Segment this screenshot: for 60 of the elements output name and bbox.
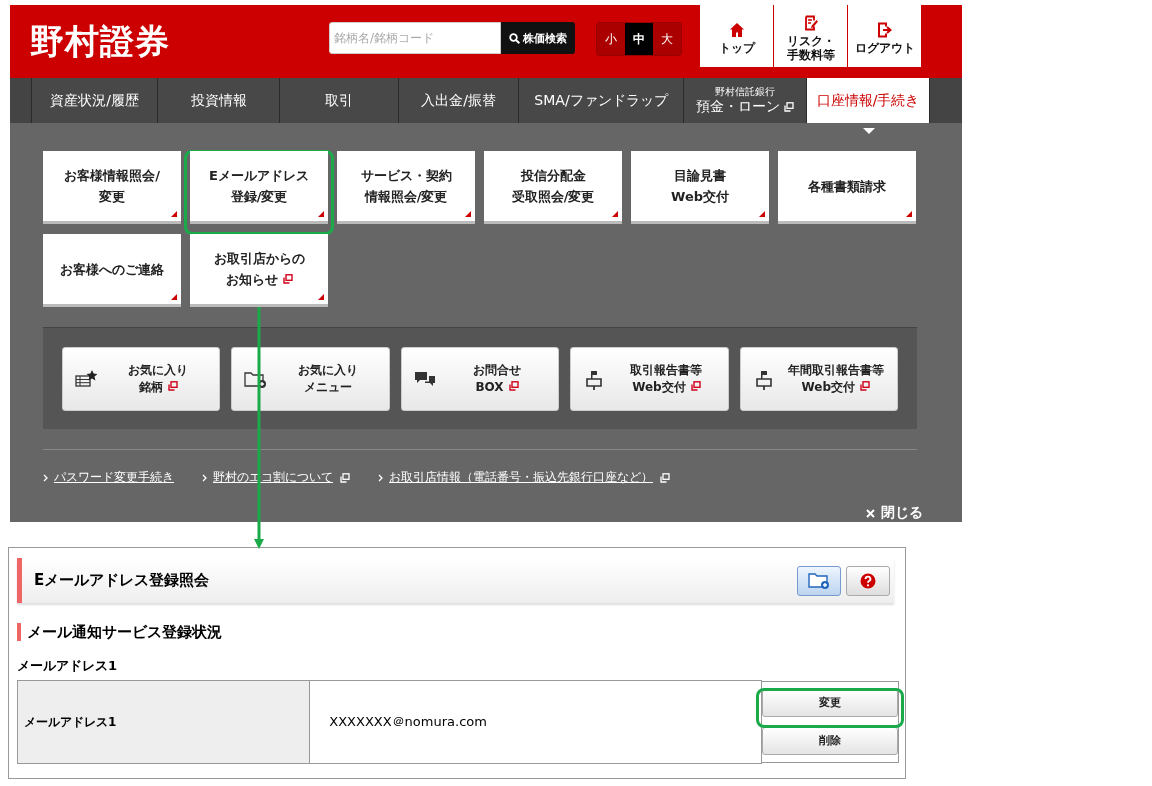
help-button[interactable] [846, 565, 890, 596]
external-link-icon [690, 381, 701, 391]
shortcut-button[interactable]: お気に入り メニュー [231, 347, 390, 411]
page-title: Eメールアドレス登録照会 [34, 571, 210, 590]
home-icon [728, 21, 745, 38]
menu-tile[interactable]: Eメールアドレス 登録/変更 [190, 151, 328, 224]
chevron-right-icon [378, 473, 383, 482]
external-link-icon [167, 381, 178, 391]
shortcut-button[interactable]: 年間取引報告書等 Web交付 [739, 347, 899, 411]
shortcut-button[interactable]: 取引報告書等 Web交付 [570, 347, 729, 411]
list-star-icon [75, 368, 97, 390]
chevron-right-icon [202, 473, 207, 482]
nav-tab[interactable]: 野村信託銀行 預金・ローン [684, 78, 807, 123]
folder-plus-icon [808, 571, 830, 590]
nav-tab[interactable]: SMA/ファンドラップ [519, 78, 684, 123]
table-header-cell: メールアドレス1 [17, 680, 310, 764]
menu-tile[interactable]: 投信分配金 受取照会/変更 [484, 151, 622, 224]
top-link-button[interactable]: リスク・ 手数料等 [774, 5, 847, 67]
search-button[interactable]: 株価検索 [501, 22, 575, 54]
menu-tile[interactable]: 目論見書 Web交付 [631, 151, 769, 224]
top-link-button[interactable]: ログアウト [848, 5, 921, 67]
nav-tab[interactable]: 取引 [280, 78, 399, 123]
nav-tab[interactable]: 資産状況/履歴 [32, 78, 158, 123]
shortcut-button[interactable]: お気に入り 銘柄 [62, 347, 221, 411]
question-icon [860, 572, 876, 589]
nav-tab[interactable]: 入出金/振替 [399, 78, 519, 123]
chevron-right-icon [43, 473, 48, 482]
action-button[interactable]: 削除 [762, 726, 898, 755]
external-link-icon [784, 101, 794, 112]
table-cell: XXXXXXX＠nomura.com [309, 680, 762, 764]
menu-tile[interactable]: サービス・契約 情報照会/変更 [337, 151, 475, 224]
font-size-button[interactable]: 大 [653, 23, 681, 55]
tab-pointer [862, 128, 875, 134]
external-link-icon [340, 472, 350, 483]
search-field[interactable]: 銘柄名/銘柄コード [329, 22, 501, 54]
nav-tab[interactable]: 口座情報/手続き [807, 78, 930, 123]
nav-tab[interactable]: 投資情報 [158, 78, 280, 123]
logout-icon [876, 21, 893, 38]
link[interactable]: パスワード変更手続き [54, 469, 174, 486]
logo[interactable]: 野村證券 [30, 19, 329, 65]
add-to-folder-button[interactable] [797, 565, 841, 596]
font-size-button[interactable]: 中 [625, 23, 653, 55]
menu-tile[interactable]: 各種書類請求 [778, 151, 916, 224]
top-link-button[interactable]: トップ [700, 5, 773, 67]
menu-tile[interactable]: お客様へのご連絡 [43, 234, 181, 307]
external-link-icon [508, 381, 519, 391]
section-heading: メール通知サービス登録状況 [17, 623, 897, 641]
close-button[interactable]: 閉じる [866, 504, 923, 522]
menu-tile[interactable]: お取引店からの お知らせ [190, 234, 328, 307]
external-link-icon [860, 381, 871, 391]
external-link-icon [282, 274, 293, 284]
shortcut-button[interactable]: お問合せ BOX [400, 347, 560, 411]
link[interactable]: お取引店情報（電話番号・振込先銀行口座など） [389, 469, 670, 486]
close-icon [866, 508, 875, 518]
document-pen-icon [802, 14, 819, 31]
group-label: メールアドレス1 [17, 657, 119, 675]
external-link-icon [660, 472, 670, 483]
menu-tile[interactable]: お客様情報照会/ 変更 [43, 151, 181, 224]
font-size-button[interactable]: 小 [597, 23, 625, 55]
search-icon [509, 32, 520, 44]
